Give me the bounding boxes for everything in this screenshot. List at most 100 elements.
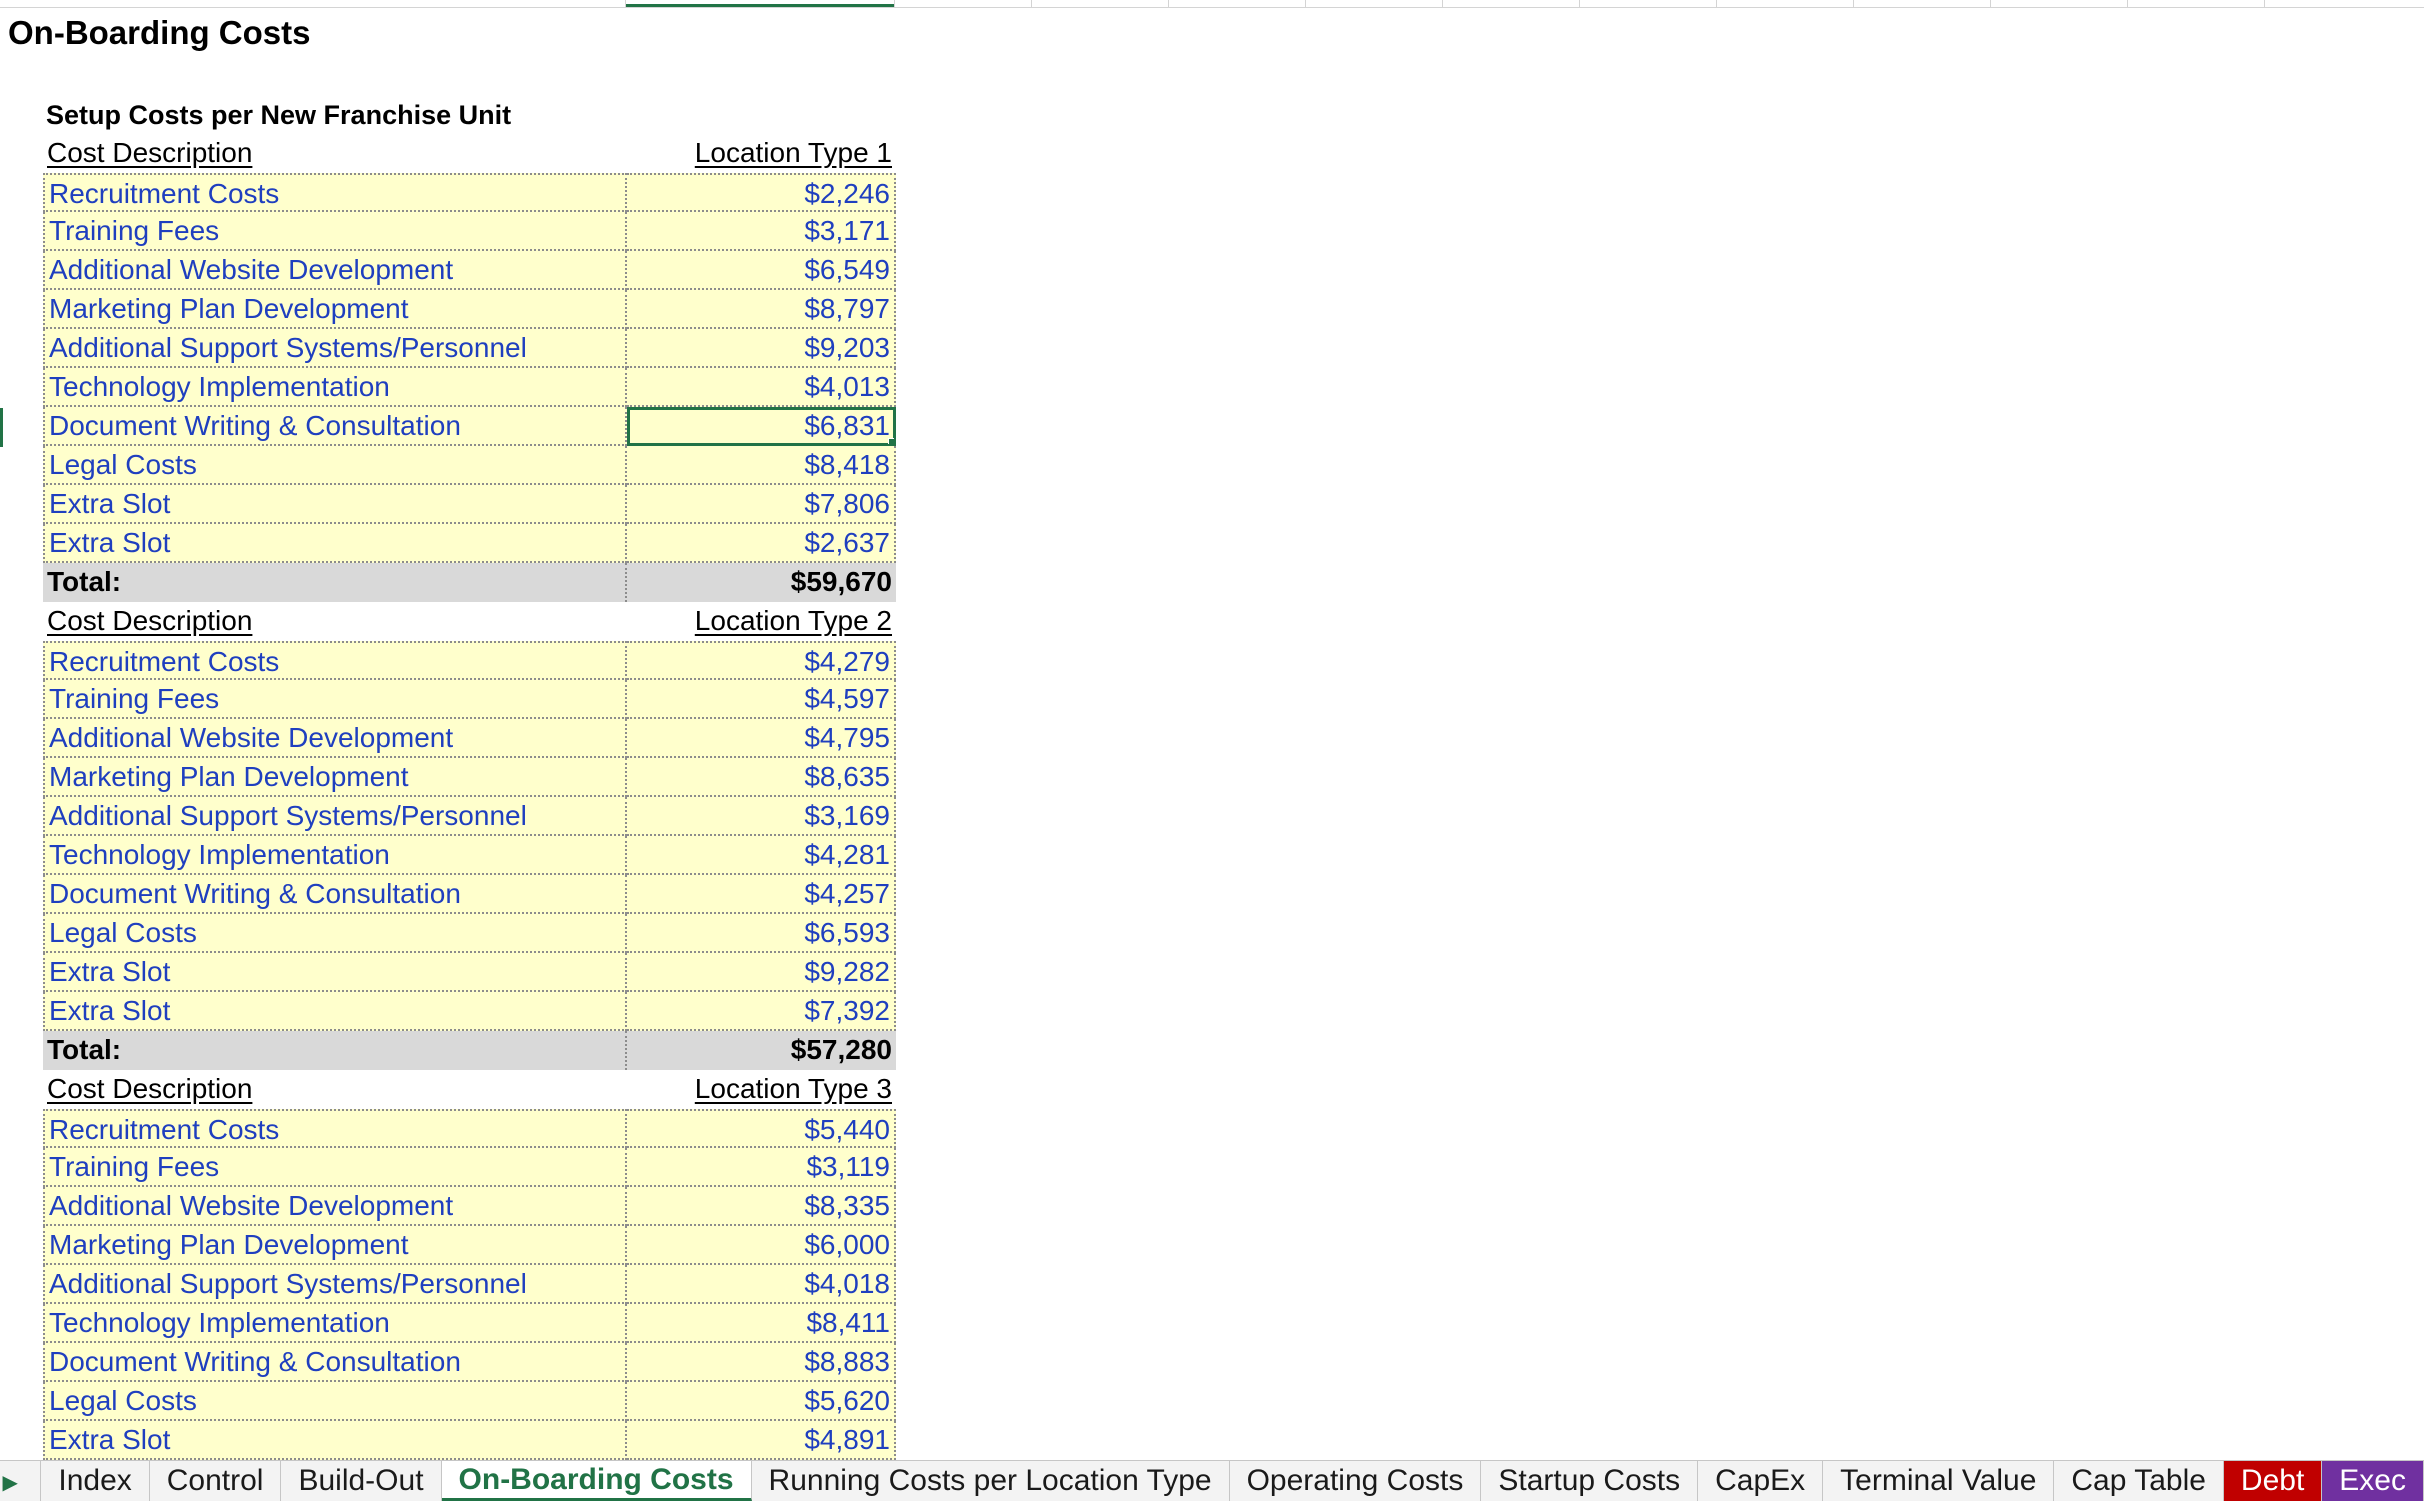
cost-value-cell[interactable]: $4,279 [627,641,896,680]
cost-description-cell[interactable]: Training Fees [43,1148,627,1187]
sheet-tab-index[interactable]: Index [41,1461,150,1501]
table-row: Additional Support Systems/Personnel $3,1… [43,797,896,836]
sheet-tab-control[interactable]: Control [150,1461,282,1501]
cost-value-cell[interactable]: $5,440 [627,1109,896,1148]
cost-value-cell[interactable]: $8,883 [627,1343,896,1382]
table-row: Additional Website Development $8,335 [43,1187,896,1226]
total-label-cell[interactable]: Total: [43,1031,627,1070]
cost-value-cell[interactable]: $4,018 [627,1265,896,1304]
cost-value-cell[interactable]: $6,593 [627,914,896,953]
column-divider [2264,0,2265,7]
cost-value-cell[interactable]: $4,597 [627,680,896,719]
sheet-tab-debt[interactable]: Debt [2223,1461,2323,1501]
cost-description-cell[interactable]: Extra Slot [43,992,627,1031]
cost-value-cell[interactable]: $9,203 [627,329,896,368]
cost-value-cell[interactable]: $4,257 [627,875,896,914]
column-header-cell[interactable]: Cost Description [43,602,627,641]
cost-value-cell[interactable]: $2,246 [627,173,896,212]
selected-cost-value-cell[interactable]: $6,831 [627,407,896,446]
sheet-tab-cap-table[interactable]: Cap Table [2054,1461,2224,1501]
total-label-cell[interactable]: Total: [43,563,627,602]
cost-value-cell[interactable]: $8,411 [627,1304,896,1343]
cost-description-cell[interactable]: Extra Slot [43,953,627,992]
column-header-cell[interactable]: Location Type 2 [627,602,896,641]
column-header-label: Cost Description [47,1073,253,1104]
cost-value-cell[interactable]: $4,795 [627,719,896,758]
cost-description-cell[interactable]: Additional Support Systems/Personnel [43,797,627,836]
table-header-row: Cost Description Location Type 1 [43,134,896,173]
cost-value-cell[interactable]: $8,797 [627,290,896,329]
column-header-cell[interactable]: Location Type 3 [627,1070,896,1109]
cost-description-cell[interactable]: Document Writing & Consultation [43,875,627,914]
sheet-scroll-button[interactable]: ▶ [0,1461,42,1501]
cost-value-cell[interactable]: $2,637 [627,524,896,563]
cost-description-cell[interactable]: Additional Support Systems/Personnel [43,1265,627,1304]
column-divider [1305,0,1306,7]
column-header-cell[interactable]: Location Type 1 [627,134,896,173]
cost-value-cell[interactable]: $4,891 [627,1421,896,1460]
cost-value-cell[interactable]: $3,171 [627,212,896,251]
cost-description-cell[interactable]: Recruitment Costs [43,641,627,680]
sheet-tab-running-costs-per-location-type[interactable]: Running Costs per Location Type [752,1461,1230,1501]
cost-description-cell[interactable]: Marketing Plan Development [43,290,627,329]
cost-value-cell[interactable]: $4,281 [627,836,896,875]
cost-description-cell[interactable]: Extra Slot [43,485,627,524]
table-row: Legal Costs $6,593 [43,914,896,953]
cost-description-cell[interactable]: Additional Website Development [43,1187,627,1226]
cost-description-cell[interactable]: Additional Website Development [43,719,627,758]
table-row: Legal Costs $5,620 [43,1382,896,1421]
sheet-tab-capex[interactable]: CapEx [1698,1461,1824,1501]
column-divider [1168,0,1169,7]
table-header-row: Cost Description Location Type 3 [43,1070,896,1109]
total-value-cell[interactable]: $57,280 [627,1031,896,1070]
table-row: Additional Support Systems/Personnel $9,2… [43,329,896,368]
sheet-tab-build-out[interactable]: Build-Out [281,1461,442,1501]
cost-value-cell[interactable]: $7,806 [627,485,896,524]
cost-description-cell[interactable]: Recruitment Costs [43,1109,627,1148]
sheet-tab-terminal-value[interactable]: Terminal Value [1823,1461,2055,1501]
cost-value-cell[interactable]: $9,282 [627,953,896,992]
cost-description-cell[interactable]: Document Writing & Consultation [43,1343,627,1382]
table-row: Marketing Plan Development $6,000 [43,1226,896,1265]
cost-value-cell[interactable]: $7,392 [627,992,896,1031]
table-header-row: Cost Description Location Type 2 [43,602,896,641]
cost-value-cell[interactable]: $8,335 [627,1187,896,1226]
cost-description-cell[interactable]: Additional Website Development [43,251,627,290]
sheet-tab-on-boarding-costs[interactable]: On-Boarding Costs [441,1461,752,1501]
total-value-cell[interactable]: $59,670 [627,563,896,602]
cost-description-cell[interactable]: Technology Implementation [43,836,627,875]
cost-description-cell[interactable]: Training Fees [43,212,627,251]
cost-description-cell[interactable]: Additional Support Systems/Personnel [43,329,627,368]
cost-description-cell[interactable]: Legal Costs [43,914,627,953]
cost-description-cell[interactable]: Marketing Plan Development [43,758,627,797]
selected-column-indicator [626,4,894,7]
cost-description-cell[interactable]: Technology Implementation [43,368,627,407]
cost-value-cell[interactable]: $4,013 [627,368,896,407]
cost-description-cell[interactable]: Legal Costs [43,1382,627,1421]
cost-value-cell[interactable]: $8,418 [627,446,896,485]
table-row: Extra Slot $7,806 [43,485,896,524]
sheet-tab-startup-costs[interactable]: Startup Costs [1481,1461,1699,1501]
cost-description-cell[interactable]: Marketing Plan Development [43,1226,627,1265]
table-row: Additional Support Systems/Personnel $4,0… [43,1265,896,1304]
cost-value-cell[interactable]: $3,169 [627,797,896,836]
sheet-tab-exec[interactable]: Exec [2322,1461,2424,1501]
cost-description-cell[interactable]: Extra Slot [43,1421,627,1460]
cost-description-cell[interactable]: Legal Costs [43,446,627,485]
cost-value-cell[interactable]: $3,119 [627,1148,896,1187]
column-header-cell[interactable]: Cost Description [43,1070,627,1109]
table-row: Extra Slot $2,637 [43,524,896,563]
column-header-cell[interactable]: Cost Description [43,134,627,173]
cost-description-cell[interactable]: Technology Implementation [43,1304,627,1343]
table-row: Extra Slot $4,891 [43,1421,896,1460]
sheet-tab-operating-costs[interactable]: Operating Costs [1230,1461,1482,1501]
cost-value-cell[interactable]: $8,635 [627,758,896,797]
cost-value-cell[interactable]: $6,549 [627,251,896,290]
cost-description-cell[interactable]: Recruitment Costs [43,173,627,212]
column-divider [894,0,895,7]
cost-value-cell[interactable]: $5,620 [627,1382,896,1421]
cost-value-cell[interactable]: $6,000 [627,1226,896,1265]
cost-description-cell[interactable]: Training Fees [43,680,627,719]
cost-description-cell[interactable]: Document Writing & Consultation [43,407,627,446]
cost-description-cell[interactable]: Extra Slot [43,524,627,563]
